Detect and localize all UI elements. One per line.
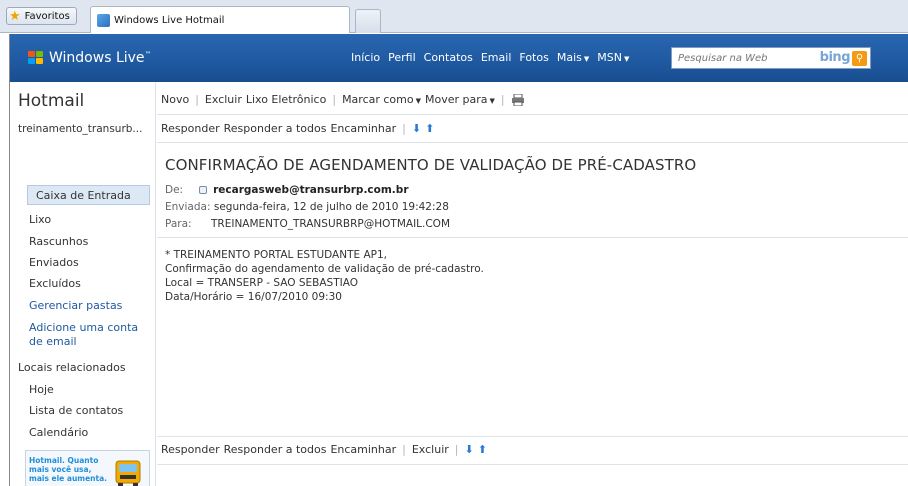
forward-button[interactable]: Encaminhar — [330, 122, 396, 135]
next-message-arrow-icon[interactable]: ⬇ — [465, 443, 474, 456]
reply-button[interactable]: Responder — [161, 443, 220, 456]
delete-button[interactable]: Excluir — [205, 93, 242, 106]
nav-msn[interactable]: MSN ▼ — [597, 51, 629, 64]
reply-button[interactable]: Responder — [161, 122, 220, 135]
next-message-arrow-icon[interactable]: ⬇ — [412, 122, 421, 135]
reply-toolbar-bottom: Responder Responder a todos Encaminhar |… — [161, 443, 487, 456]
chevron-down-icon: ▼ — [415, 97, 421, 105]
web-search-box: bing ⚲ — [671, 47, 871, 69]
manage-folders-link[interactable]: Gerenciar pastas — [29, 299, 122, 312]
reply-toolbar-divider — [157, 142, 908, 143]
nav-perfil[interactable]: Perfil — [388, 51, 416, 64]
page-frame: Windows Live™ Início Perfil Contatos Ema… — [9, 34, 908, 486]
bottom-divider — [157, 436, 908, 437]
folder-deleted[interactable]: Excluídos — [29, 277, 81, 290]
browser-tab-active[interactable]: Windows Live Hotmail — [90, 6, 350, 33]
bottom-toolbar-divider — [157, 464, 908, 465]
reply-all-button[interactable]: Responder a todos — [224, 122, 327, 135]
favorites-label: Favoritos — [24, 10, 70, 22]
promo-text: Hotmail. Quanto mais você usa, mais ele … — [29, 456, 108, 483]
sender-address[interactable]: recargasweb@transurbrp.com.br — [213, 184, 408, 196]
related-places-heading: Locais relacionados — [18, 361, 126, 374]
nav-contatos[interactable]: Contatos — [424, 51, 473, 64]
print-icon[interactable] — [511, 93, 525, 106]
body-line: Data/Horário = 16/07/2010 09:30 — [165, 291, 342, 303]
nav-inicio[interactable]: Início — [351, 51, 380, 64]
windows-live-header: Windows Live™ Início Perfil Contatos Ema… — [10, 34, 908, 82]
body-line: Confirmação do agendamento de validação … — [165, 263, 484, 275]
add-account-link[interactable]: Adicione uma conta — [29, 321, 138, 334]
toolbar-divider — [157, 114, 908, 115]
hotmail-promo-banner[interactable]: Hotmail. Quanto mais você usa, mais ele … — [25, 450, 150, 486]
account-name[interactable]: treinamento_transurb... — [18, 123, 152, 135]
hotmail-title[interactable]: Hotmail — [18, 91, 84, 111]
message-to: Para: TREINAMENTO_TRANSURBRP@HOTMAIL.COM — [165, 218, 451, 230]
new-button[interactable]: Novo — [161, 93, 189, 106]
chevron-down-icon: ▼ — [623, 55, 630, 63]
message-sent: Enviada: segunda-feira, 12 de julho de 2… — [165, 201, 449, 213]
windows-live-icon — [97, 13, 110, 27]
left-navigation: Hotmail treinamento_transurb... Caixa de… — [10, 82, 156, 486]
star-icon: ★ — [9, 8, 21, 24]
folder-inbox[interactable]: Caixa de Entrada — [27, 185, 150, 205]
folder-junk[interactable]: Lixo — [29, 213, 51, 226]
previous-message-arrow-icon[interactable]: ⬆ — [425, 122, 434, 135]
bing-logo: bing — [819, 50, 851, 65]
folder-sent[interactable]: Enviados — [29, 256, 79, 269]
previous-message-arrow-icon[interactable]: ⬆ — [478, 443, 487, 456]
nav-fotos[interactable]: Fotos — [519, 51, 548, 64]
favorites-button[interactable]: ★ Favoritos — [6, 7, 77, 25]
nav-email[interactable]: Email — [481, 51, 512, 64]
header-divider — [157, 237, 908, 238]
message-subject: CONFIRMAÇÃO DE AGENDAMENTO DE VALIDAÇÃO … — [165, 156, 697, 174]
search-icon[interactable]: ⚲ — [852, 51, 867, 66]
main-toolbar: Novo | Excluir Lixo Eletrônico | Marcar … — [161, 93, 525, 106]
junk-button[interactable]: Lixo Eletrônico — [246, 93, 327, 106]
related-calendar[interactable]: Calendário — [29, 426, 88, 439]
new-tab-button[interactable] — [355, 9, 381, 33]
reply-all-button[interactable]: Responder a todos — [224, 443, 327, 456]
windows-flag-icon — [28, 51, 44, 65]
recipient-address: TREINAMENTO_TRANSURBRP@HOTMAIL.COM — [211, 218, 451, 230]
chevron-down-icon: ▼ — [583, 55, 590, 63]
truck-icon — [115, 460, 141, 486]
body-line: Local = TRANSERP - SAO SEBASTIAO — [165, 277, 358, 289]
delete-button[interactable]: Excluir — [412, 443, 449, 456]
add-account-link-line2[interactable]: de email — [29, 335, 77, 348]
search-input[interactable] — [678, 49, 808, 67]
move-to-button[interactable]: Mover para ▼ — [425, 93, 495, 106]
windows-live-logo[interactable]: Windows Live™ — [28, 50, 152, 66]
tab-title: Windows Live Hotmail — [114, 14, 225, 26]
related-today[interactable]: Hoje — [29, 383, 54, 396]
related-contacts[interactable]: Lista de contatos — [29, 404, 123, 417]
message-from: De: recargasweb@transurbrp.com.br — [165, 184, 409, 196]
contact-card-icon[interactable] — [199, 186, 208, 194]
chevron-down-icon: ▼ — [489, 97, 495, 105]
nav-mais[interactable]: Mais ▼ — [557, 51, 589, 64]
folder-drafts[interactable]: Rascunhos — [29, 235, 88, 248]
brand-text: Windows Live™ — [49, 50, 152, 66]
top-navigation: Início Perfil Contatos Email Fotos Mais ▼… — [351, 51, 629, 64]
reply-toolbar-top: Responder Responder a todos Encaminhar |… — [161, 122, 435, 135]
mark-as-button[interactable]: Marcar como ▼ — [342, 93, 421, 106]
body-line: * TREINAMENTO PORTAL ESTUDANTE AP1, — [165, 249, 387, 261]
forward-button[interactable]: Encaminhar — [330, 443, 396, 456]
browser-tab-strip: ★ Favoritos Windows Live Hotmail — [0, 0, 908, 33]
